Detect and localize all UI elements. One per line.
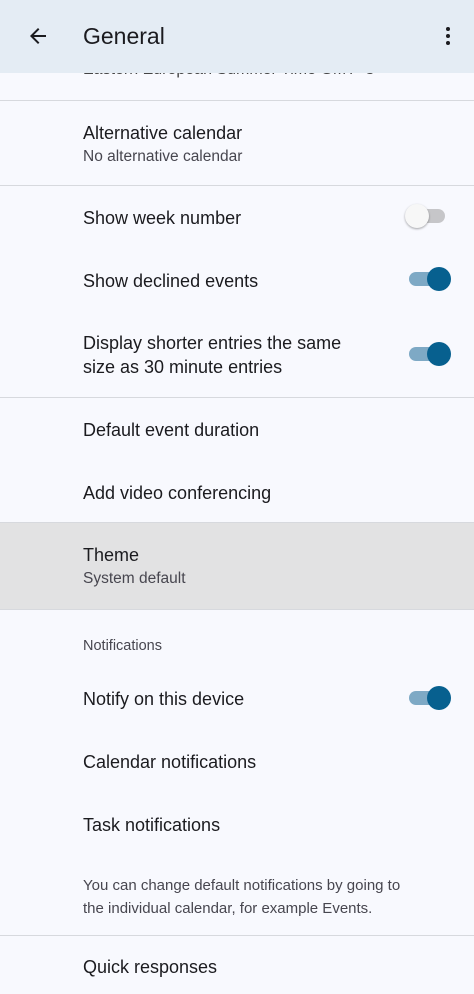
notify-on-device-toggle[interactable]: [405, 685, 451, 711]
arrow-back-icon: [30, 28, 46, 44]
quick-responses-label: Quick responses: [83, 957, 218, 977]
show-declined-events-row[interactable]: Show declined events: [0, 249, 474, 311]
theme-value: System default: [83, 570, 186, 587]
notify-on-device-label: Notify on this device: [83, 689, 245, 709]
shorter-entries-label-line2: size as 30 minute entries: [83, 357, 283, 377]
quick-responses-row[interactable]: Quick responses: [0, 936, 474, 994]
toggle-thumb: [427, 342, 451, 366]
calendar-notifications-label: Calendar notifications: [83, 752, 257, 772]
top-app-bar: General: [0, 0, 474, 73]
task-notifications-label: Task notifications: [83, 815, 221, 835]
page-title: General: [83, 23, 165, 49]
notifications-section-title: Notifications: [83, 638, 162, 654]
add-video-conferencing-row[interactable]: Add video conferencing: [0, 461, 474, 523]
more-options-button[interactable]: [436, 22, 460, 50]
more-vert-icon: [446, 27, 450, 45]
notifications-note-line1: You can change default notifications by …: [83, 877, 401, 894]
alternative-calendar-label: Alternative calendar: [83, 123, 243, 143]
show-week-number-row[interactable]: Show week number: [0, 186, 474, 248]
notifications-note-line2: the individual calendar, for example Eve…: [83, 900, 373, 917]
show-declined-events-toggle[interactable]: [405, 266, 451, 292]
show-declined-events-label: Show declined events: [83, 271, 259, 291]
shorter-entries-row[interactable]: Display shorter entries the same size as…: [0, 318, 474, 396]
notify-on-device-row[interactable]: Notify on this device: [0, 667, 474, 729]
toggle-thumb: [427, 686, 451, 710]
default-event-duration-row[interactable]: Default event duration: [0, 398, 474, 460]
toggle-thumb: [405, 204, 429, 228]
shorter-entries-label-line1: Display shorter entries the same: [83, 333, 342, 353]
theme-row[interactable]: Theme System default: [0, 523, 474, 609]
show-week-number-toggle[interactable]: [405, 203, 451, 229]
back-button[interactable]: [24, 22, 52, 50]
show-week-number-label: Show week number: [83, 208, 242, 228]
toggle-thumb: [427, 267, 451, 291]
divider: [0, 609, 474, 610]
add-video-conferencing-label: Add video conferencing: [83, 483, 272, 503]
alternative-calendar-row[interactable]: Alternative calendar No alternative cale…: [0, 101, 474, 185]
task-notifications-row[interactable]: Task notifications: [0, 793, 474, 855]
alternative-calendar-value: No alternative calendar: [83, 148, 243, 165]
theme-label: Theme: [83, 545, 140, 565]
default-event-duration-label: Default event duration: [83, 420, 260, 440]
calendar-notifications-row[interactable]: Calendar notifications: [0, 730, 474, 792]
shorter-entries-toggle[interactable]: [405, 341, 451, 367]
